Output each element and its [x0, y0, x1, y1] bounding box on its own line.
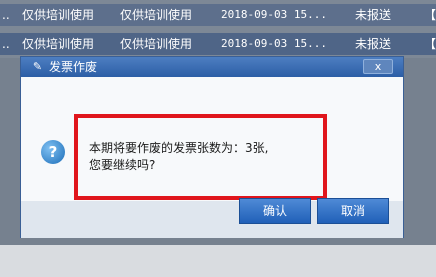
table-row[interactable]: .. 仅供培训使用 仅供培训使用 2018-09-03 15... 未报送 【 [0, 4, 436, 26]
table-cell: .. [2, 37, 10, 51]
table-cell: 2018-09-03 15... [221, 37, 327, 50]
table-cell: 仅供培训使用 [22, 37, 95, 51]
dialog-titlebar[interactable]: ✎ 发票作废 x [21, 57, 403, 77]
table-body-area [0, 245, 436, 277]
question-icon: ? [41, 140, 65, 164]
table-cell: 仅供培训使用 [120, 8, 193, 22]
table-cell: 未报送 [355, 8, 392, 22]
dialog-content: ? 本期将要作废的发票张数为：3张, 您要继续吗? [21, 77, 403, 201]
table-cell: .. [2, 8, 10, 22]
table-cell: 未报送 [355, 37, 392, 51]
confirm-button[interactable]: 确认 [239, 198, 311, 224]
invoice-void-icon: ✎ [32, 60, 43, 73]
table-cell: 仅供培训使用 [120, 37, 193, 51]
void-invoice-dialog: ✎ 发票作废 x ? 本期将要作废的发票张数为：3张, 您要继续吗? 确认 取消 [20, 56, 404, 238]
dialog-message-line2: 您要继续吗? [89, 158, 156, 172]
close-button[interactable]: x [363, 59, 393, 74]
dialog-message-line1: 本期将要作废的发票张数为：3张, [89, 141, 269, 155]
dialog-title: 发票作废 [49, 60, 98, 74]
table-cell: 仅供培训使用 [22, 8, 95, 22]
table-row[interactable]: .. 仅供培训使用 仅供培训使用 2018-09-03 15... 未报送 【 [0, 33, 436, 55]
table-cell: 【 [424, 8, 436, 22]
table-cell: 2018-09-03 15... [221, 8, 327, 21]
table-cell: 【 [424, 37, 436, 51]
cancel-button[interactable]: 取消 [317, 198, 389, 224]
